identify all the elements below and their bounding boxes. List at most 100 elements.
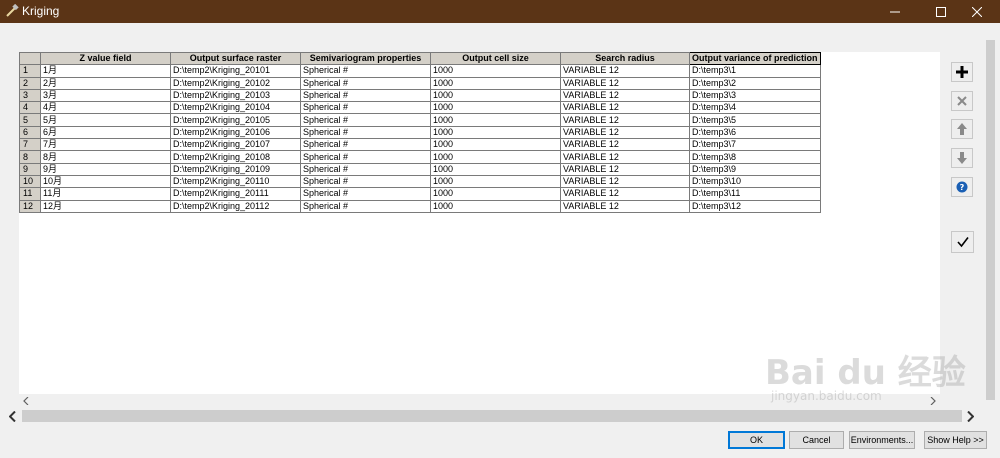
cell-z-value-field[interactable]: 11月 <box>40 187 171 201</box>
add-row-button[interactable] <box>951 62 973 82</box>
cell-output-surface-raster[interactable]: D:\temp2\Kriging_20104 <box>170 101 301 115</box>
table-row[interactable]: 6 6月 D:\temp2\Kriging_20106 Spherical #1000… <box>19 125 821 140</box>
cell-semivariogram-properties[interactable]: Spherical # <box>300 64 431 78</box>
cell-z-value-field[interactable]: 4月 <box>40 101 171 115</box>
cell-output-surface-raster[interactable]: D:\temp2\Kriging_20103 <box>170 88 301 103</box>
cell-z-value-field[interactable]: 9月 <box>40 162 171 176</box>
cell-output-surface-raster[interactable]: D:\temp2\Kriging_20107 <box>170 138 301 152</box>
cell-output-variance[interactable]: D:\temp3\2 <box>689 76 821 90</box>
cell-output-surface-raster[interactable]: D:\temp2\Kriging_20111 <box>170 187 301 201</box>
table-row[interactable]: 4 4月 D:\temp2\Kriging_20104 Spherical #1000… <box>19 101 821 115</box>
cell-search-radius[interactable]: VARIABLE 12 <box>560 76 690 90</box>
cell-output-variance[interactable]: D:\temp3\12 <box>689 199 821 213</box>
cell-output-surface-raster[interactable]: D:\temp2\Kriging_20109 <box>170 162 301 176</box>
row-number[interactable]: 6 <box>19 125 41 140</box>
ok-button[interactable]: OK <box>728 431 785 449</box>
cell-z-value-field[interactable]: 12月 <box>40 199 171 213</box>
table-row[interactable]: 8 8月 D:\temp2\Kriging_20108 Spherical #1000… <box>19 150 821 164</box>
cell-search-radius[interactable]: VARIABLE 12 <box>560 101 690 115</box>
window-horizontal-scrollbar[interactable] <box>0 408 984 424</box>
table-row[interactable]: 3 3月 D:\temp2\Kriging_20103 Spherical #1000… <box>19 88 821 103</box>
batch-grid-area[interactable]: Z value field Output surface raster Semi… <box>19 51 940 394</box>
row-number[interactable]: 4 <box>19 101 41 115</box>
horizontal-scroll-thumb[interactable] <box>22 410 962 422</box>
help-button[interactable]: ? <box>951 177 973 197</box>
cell-search-radius[interactable]: VARIABLE 12 <box>560 125 690 140</box>
cell-output-surface-raster[interactable]: D:\temp2\Kriging_20112 <box>170 199 301 213</box>
cell-search-radius[interactable]: VARIABLE 12 <box>560 113 690 127</box>
delete-row-button[interactable] <box>951 91 973 111</box>
cell-output-variance[interactable]: D:\temp3\5 <box>689 113 821 127</box>
cell-output-surface-raster[interactable]: D:\temp2\Kriging_20105 <box>170 113 301 127</box>
cell-search-radius[interactable]: VARIABLE 12 <box>560 187 690 201</box>
row-number[interactable]: 3 <box>19 88 41 103</box>
row-number[interactable]: 1 <box>19 64 41 78</box>
cell-output-surface-raster[interactable]: D:\temp2\Kriging_20108 <box>170 150 301 164</box>
cell-search-radius[interactable]: VARIABLE 12 <box>560 88 690 103</box>
cell-output-cell-size[interactable]: 1000 <box>430 88 561 103</box>
cell-output-cell-size[interactable]: 1000 <box>430 199 561 213</box>
table-row[interactable]: 2 2月 D:\temp2\Kriging_20102 Spherical #1000… <box>19 76 821 90</box>
cell-search-radius[interactable]: VARIABLE 12 <box>560 162 690 176</box>
check-values-button[interactable] <box>951 231 974 253</box>
move-up-button[interactable] <box>951 119 973 139</box>
row-number[interactable]: 7 <box>19 138 41 152</box>
cell-z-value-field[interactable]: 5月 <box>40 113 171 127</box>
cell-semivariogram-properties[interactable]: Spherical # <box>300 174 431 189</box>
cell-output-variance[interactable]: D:\temp3\1 <box>689 64 821 78</box>
cell-output-cell-size[interactable]: 1000 <box>430 101 561 115</box>
cell-semivariogram-properties[interactable]: Spherical # <box>300 162 431 176</box>
window-scroll-left-button[interactable] <box>4 409 20 423</box>
cell-output-cell-size[interactable]: 1000 <box>430 174 561 189</box>
cell-semivariogram-properties[interactable]: Spherical # <box>300 199 431 213</box>
table-row[interactable]: 7 7月 D:\temp2\Kriging_20107 Spherical #1000… <box>19 138 821 152</box>
cell-z-value-field[interactable]: 2月 <box>40 76 171 90</box>
cell-output-variance[interactable]: D:\temp3\9 <box>689 162 821 176</box>
cell-output-cell-size[interactable]: 1000 <box>430 64 561 78</box>
cell-output-cell-size[interactable]: 1000 <box>430 113 561 127</box>
row-number[interactable]: 2 <box>19 76 41 90</box>
cell-output-variance[interactable]: D:\temp3\8 <box>689 150 821 164</box>
cell-semivariogram-properties[interactable]: Spherical # <box>300 138 431 152</box>
cell-search-radius[interactable]: VARIABLE 12 <box>560 138 690 152</box>
cell-semivariogram-properties[interactable]: Spherical # <box>300 88 431 103</box>
cell-output-surface-raster[interactable]: D:\temp2\Kriging_20106 <box>170 125 301 140</box>
close-button[interactable] <box>954 0 1000 23</box>
cell-search-radius[interactable]: VARIABLE 12 <box>560 150 690 164</box>
column-header-semivariogram-properties[interactable]: Semivariogram properties <box>300 51 431 66</box>
window-scroll-right-button[interactable] <box>962 409 978 423</box>
cell-z-value-field[interactable]: 6月 <box>40 125 171 140</box>
column-header-search-radius[interactable]: Search radius <box>560 51 690 66</box>
table-row[interactable]: 12 12月 D:\temp2\Kriging_20112 Spherical #10… <box>19 199 821 213</box>
row-number[interactable]: 5 <box>19 113 41 127</box>
row-number[interactable]: 12 <box>19 199 41 213</box>
cell-search-radius[interactable]: VARIABLE 12 <box>560 199 690 213</box>
table-row[interactable]: 11 11月 D:\temp2\Kriging_20111 Spherical #10… <box>19 187 821 201</box>
cell-search-radius[interactable]: VARIABLE 12 <box>560 64 690 78</box>
cell-z-value-field[interactable]: 7月 <box>40 138 171 152</box>
cell-output-surface-raster[interactable]: D:\temp2\Kriging_20102 <box>170 76 301 90</box>
cell-output-variance[interactable]: D:\temp3\6 <box>689 125 821 140</box>
cell-semivariogram-properties[interactable]: Spherical # <box>300 187 431 201</box>
column-header-output-variance[interactable]: Output variance of prediction <box>689 51 821 66</box>
cancel-button[interactable]: Cancel <box>789 431 844 449</box>
cell-output-variance[interactable]: D:\temp3\7 <box>689 138 821 152</box>
column-header-output-cell-size[interactable]: Output cell size <box>430 51 561 66</box>
environments-button[interactable]: Environments... <box>849 431 915 449</box>
cell-semivariogram-properties[interactable]: Spherical # <box>300 113 431 127</box>
cell-output-cell-size[interactable]: 1000 <box>430 162 561 176</box>
cell-semivariogram-properties[interactable]: Spherical # <box>300 101 431 115</box>
vertical-scrollbar[interactable] <box>984 40 997 400</box>
cell-semivariogram-properties[interactable]: Spherical # <box>300 76 431 90</box>
table-row[interactable]: 10 10月 D:\temp2\Kriging_20110 Spherical #10… <box>19 174 821 189</box>
table-row[interactable]: 5 5月 D:\temp2\Kriging_20105 Spherical #1000… <box>19 113 821 127</box>
minimize-button[interactable] <box>872 0 918 23</box>
cell-z-value-field[interactable]: 1月 <box>40 64 171 78</box>
cell-output-cell-size[interactable]: 1000 <box>430 76 561 90</box>
row-number[interactable]: 11 <box>19 187 41 201</box>
cell-output-variance[interactable]: D:\temp3\3 <box>689 88 821 103</box>
column-header-z-value-field[interactable]: Z value field <box>40 51 171 66</box>
row-number[interactable]: 10 <box>19 174 41 189</box>
row-number[interactable]: 9 <box>19 162 41 176</box>
column-header-output-surface-raster[interactable]: Output surface raster <box>170 51 301 66</box>
